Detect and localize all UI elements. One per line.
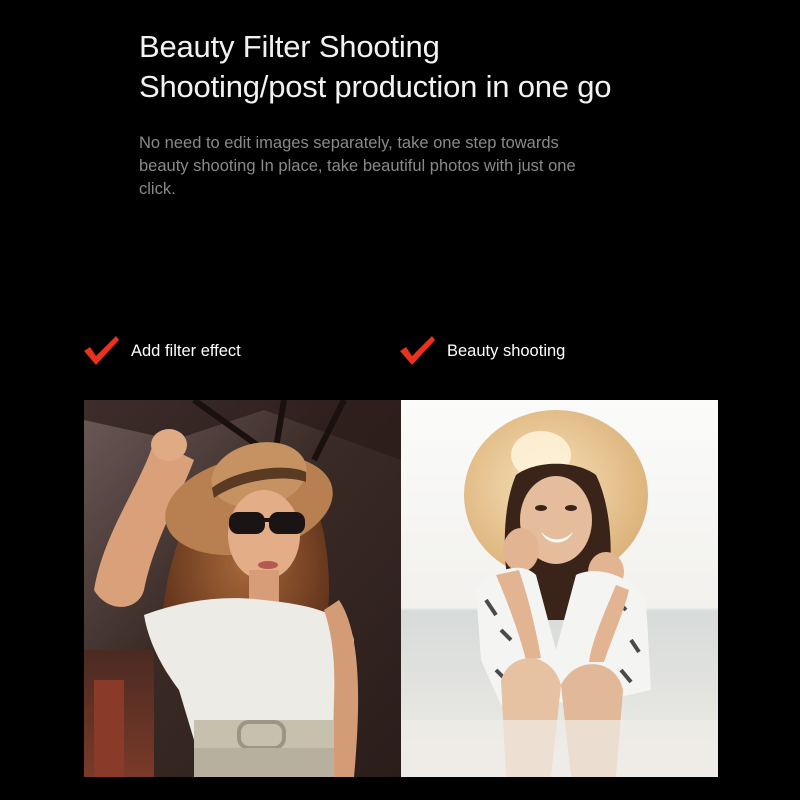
feature-add-filter-effect: Add filter effect	[82, 333, 241, 369]
feature-label: Beauty shooting	[447, 341, 566, 360]
photo-woman-sunglasses-straw-hat	[84, 400, 401, 777]
photo-beauty-shooting	[401, 400, 718, 777]
check-icon	[400, 336, 435, 365]
hero-title-line-2: Shooting/post production in one go	[139, 69, 612, 104]
hero-title: Beauty Filter Shooting Shooting/post pro…	[139, 27, 612, 107]
feature-label: Add filter effect	[131, 341, 241, 360]
photo-filter-effect	[84, 400, 401, 777]
hero-description: No need to edit images separately, take …	[139, 134, 576, 198]
photo-woman-smiling-beach-straw-hat	[401, 400, 718, 777]
hero-title-line-1: Beauty Filter Shooting	[139, 29, 440, 64]
check-icon	[84, 336, 119, 365]
feature-beauty-shooting: Beauty shooting	[398, 333, 565, 369]
